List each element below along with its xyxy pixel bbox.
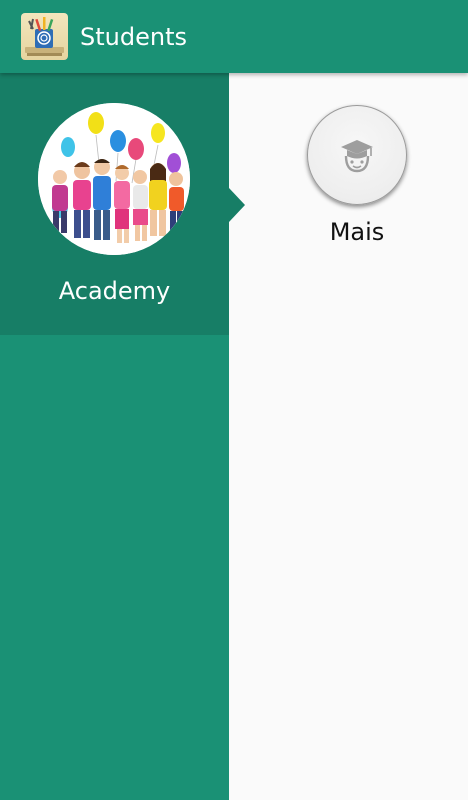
sidebar-item-label: Academy (58, 277, 171, 305)
app-title: Students (80, 23, 187, 51)
sidebar-item-academy[interactable]: Academy (0, 73, 229, 335)
main-content: Mais (229, 73, 468, 800)
option-mais[interactable]: Mais (305, 103, 409, 253)
selected-indicator (229, 188, 245, 222)
app-screen: Students Academy Mais (0, 0, 468, 800)
graduate-student-icon (341, 140, 373, 173)
app-bar: Students (0, 0, 468, 73)
option-label: Mais (329, 218, 385, 246)
children-with-balloons-photo (38, 103, 190, 255)
desk-supplies-icon (21, 13, 68, 60)
sidebar: Academy (0, 73, 229, 800)
option-button[interactable] (307, 105, 407, 205)
